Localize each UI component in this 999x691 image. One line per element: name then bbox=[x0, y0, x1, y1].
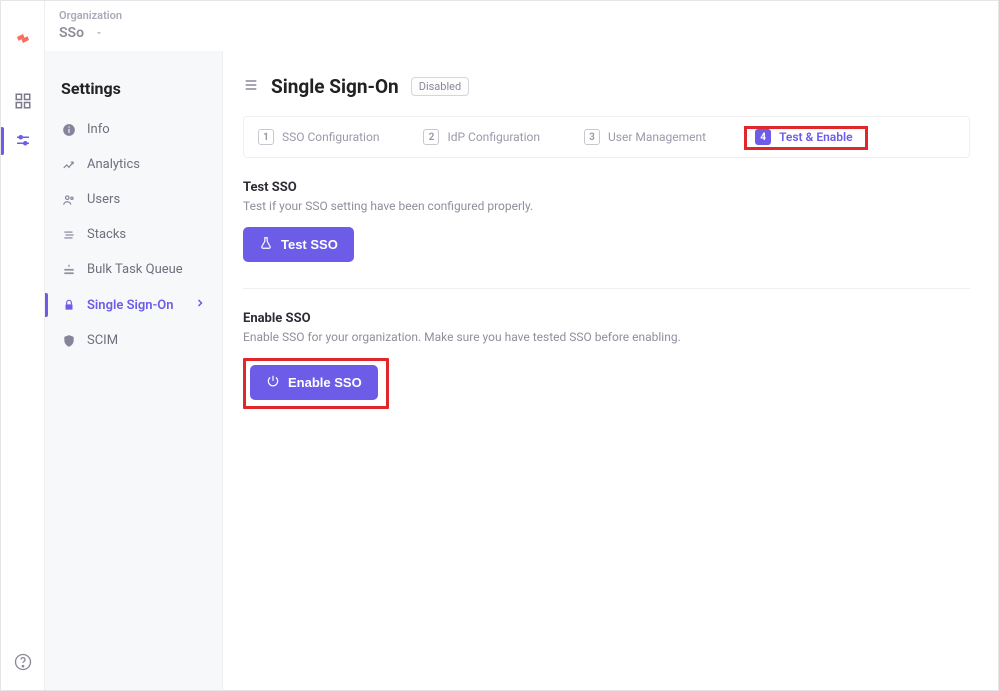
info-icon bbox=[61, 123, 77, 137]
sidebar-item-bulk-task-queue[interactable]: Bulk Task Queue bbox=[45, 252, 222, 287]
help-icon[interactable] bbox=[13, 652, 33, 676]
sidebar-item-analytics[interactable]: Analytics bbox=[45, 147, 222, 182]
sidebar-item-users[interactable]: Users bbox=[45, 182, 222, 217]
test-sso-button[interactable]: Test SSO bbox=[243, 227, 354, 262]
status-badge: Disabled bbox=[411, 77, 469, 96]
step-label: IdP Configuration bbox=[447, 130, 540, 144]
page-title: Single Sign-On bbox=[271, 75, 399, 98]
step-number: 3 bbox=[584, 129, 600, 145]
sidebar-item-label: Single Sign-On bbox=[87, 298, 174, 313]
step-idp-configuration[interactable]: 2 IdP Configuration bbox=[423, 129, 540, 145]
step-label: SSO Configuration bbox=[282, 130, 379, 144]
sidebar-item-info[interactable]: Info bbox=[45, 112, 222, 147]
section-desc: Test if your SSO setting have been confi… bbox=[243, 199, 970, 213]
users-icon bbox=[61, 193, 77, 207]
enable-sso-section: Enable SSO Enable SSO for your organizat… bbox=[243, 311, 970, 409]
org-select[interactable]: SSo bbox=[59, 23, 986, 42]
analytics-icon bbox=[61, 158, 77, 172]
sidebar-item-label: Info bbox=[87, 122, 110, 137]
section-desc: Enable SSO for your organization. Make s… bbox=[243, 330, 970, 344]
queue-icon bbox=[61, 263, 77, 277]
sidebar-item-stacks[interactable]: Stacks bbox=[45, 217, 222, 252]
button-label: Test SSO bbox=[281, 237, 338, 252]
sidebar-item-single-sign-on[interactable]: Single Sign-On bbox=[45, 287, 222, 323]
org-name: SSo bbox=[59, 25, 84, 41]
sidebar-item-scim[interactable]: SCIM bbox=[45, 323, 222, 358]
step-number: 4 bbox=[755, 129, 771, 145]
step-sso-configuration[interactable]: 1 SSO Configuration bbox=[258, 129, 379, 145]
step-tabs: 1 SSO Configuration 2 IdP Configuration … bbox=[243, 116, 970, 158]
power-icon bbox=[266, 374, 280, 391]
sidebar-item-label: Bulk Task Queue bbox=[87, 262, 183, 277]
app-logo bbox=[14, 31, 32, 53]
step-test-enable[interactable]: 4 Test & Enable bbox=[755, 129, 852, 145]
nav-rail bbox=[1, 1, 45, 690]
step-number: 2 bbox=[423, 129, 439, 145]
sidebar-title: Settings bbox=[45, 73, 222, 112]
annotation-highlight: Enable SSO bbox=[243, 358, 389, 409]
section-title: Enable SSO bbox=[243, 311, 970, 326]
sidebar-item-label: Analytics bbox=[87, 157, 140, 172]
step-user-management[interactable]: 3 User Management bbox=[584, 129, 706, 145]
step-label: User Management bbox=[608, 130, 706, 144]
settings-sidebar: Settings Info Analytics Users bbox=[45, 51, 223, 690]
button-label: Enable SSO bbox=[288, 375, 362, 390]
chevron-right-icon bbox=[194, 297, 206, 313]
shield-icon bbox=[61, 334, 77, 348]
annotation-highlight: 4 Test & Enable bbox=[744, 126, 867, 150]
sidebar-item-label: Stacks bbox=[87, 227, 126, 242]
step-label: Test & Enable bbox=[779, 130, 852, 144]
menu-toggle-icon[interactable] bbox=[243, 77, 259, 97]
sidebar-item-label: SCIM bbox=[87, 333, 118, 348]
divider bbox=[243, 288, 970, 289]
rail-item-dashboard[interactable] bbox=[1, 81, 44, 121]
lock-icon bbox=[61, 298, 77, 312]
step-number: 1 bbox=[258, 129, 274, 145]
org-label: Organization bbox=[59, 9, 986, 22]
flask-icon bbox=[259, 236, 273, 253]
test-sso-section: Test SSO Test if your SSO setting have b… bbox=[243, 180, 970, 262]
caret-down-icon bbox=[94, 23, 104, 42]
sidebar-item-label: Users bbox=[87, 192, 120, 207]
rail-item-settings[interactable] bbox=[1, 121, 44, 161]
enable-sso-button[interactable]: Enable SSO bbox=[250, 365, 378, 400]
org-bar: Organization SSo bbox=[45, 1, 998, 51]
section-title: Test SSO bbox=[243, 180, 970, 195]
main-content: Single Sign-On Disabled 1 SSO Configurat… bbox=[223, 51, 998, 690]
stacks-icon bbox=[61, 228, 77, 242]
